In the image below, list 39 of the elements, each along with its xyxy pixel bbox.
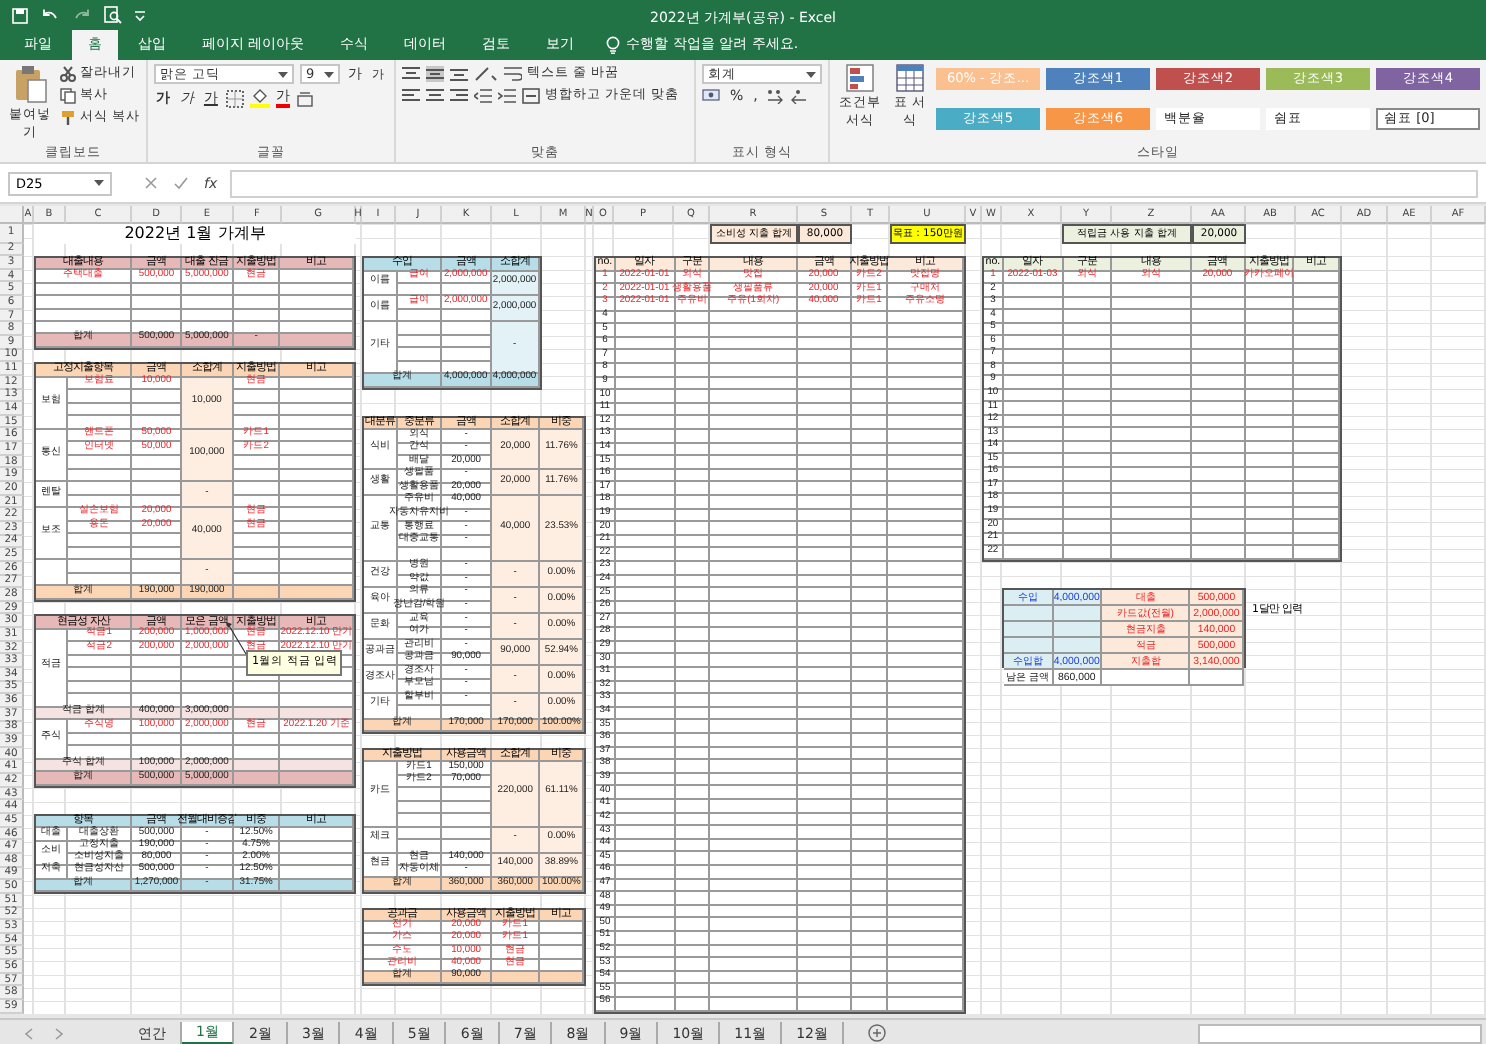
phonetic-icon[interactable] bbox=[295, 89, 314, 107]
caret-icon bbox=[277, 71, 288, 77]
caret-icon bbox=[323, 71, 334, 77]
border-icon[interactable] bbox=[225, 89, 244, 107]
caret-icon bbox=[94, 180, 104, 186]
undo-icon[interactable] bbox=[40, 7, 60, 23]
leader-line bbox=[226, 622, 250, 658]
formula-input[interactable] bbox=[229, 169, 1478, 197]
cancel-icon[interactable] bbox=[144, 176, 158, 190]
sheet-title: 2022년 1월 가계부 bbox=[34, 223, 356, 243]
align-right-icon[interactable] bbox=[450, 87, 469, 103]
align-top-icon[interactable] bbox=[402, 65, 421, 81]
orientation-icon[interactable] bbox=[474, 65, 499, 81]
check-icon[interactable] bbox=[174, 176, 188, 190]
redo-icon[interactable] bbox=[72, 7, 92, 23]
increase-indent-icon[interactable] bbox=[498, 87, 517, 103]
caret-icon bbox=[806, 71, 816, 77]
merge-icon[interactable] bbox=[522, 87, 541, 103]
brush-icon[interactable] bbox=[59, 109, 76, 125]
wrap-icon[interactable] bbox=[504, 65, 523, 81]
lightbulb-icon[interactable] bbox=[606, 35, 621, 53]
save-icon[interactable] bbox=[12, 7, 28, 23]
customize-icon[interactable] bbox=[134, 9, 146, 21]
currency-icon[interactable] bbox=[702, 88, 722, 104]
conditional-format-icon[interactable] bbox=[846, 64, 874, 92]
align-middle-icon[interactable] bbox=[426, 65, 445, 81]
print-preview-icon[interactable] bbox=[104, 6, 122, 24]
add-sheet-icon[interactable] bbox=[867, 1024, 886, 1042]
copy-icon[interactable] bbox=[59, 87, 76, 103]
scissors-icon[interactable] bbox=[59, 65, 76, 81]
fill-color-icon[interactable] bbox=[249, 88, 270, 108]
decrease-indent-icon[interactable] bbox=[474, 87, 493, 103]
align-center-icon[interactable] bbox=[426, 87, 445, 103]
increase-decimal-icon[interactable] bbox=[765, 88, 784, 104]
table-icon[interactable] bbox=[896, 64, 924, 92]
horizontal-scrollbar[interactable] bbox=[1198, 1023, 1482, 1043]
align-bottom-icon[interactable] bbox=[450, 65, 469, 81]
decrease-decimal-icon[interactable] bbox=[789, 88, 808, 104]
align-left-icon[interactable] bbox=[402, 87, 421, 103]
